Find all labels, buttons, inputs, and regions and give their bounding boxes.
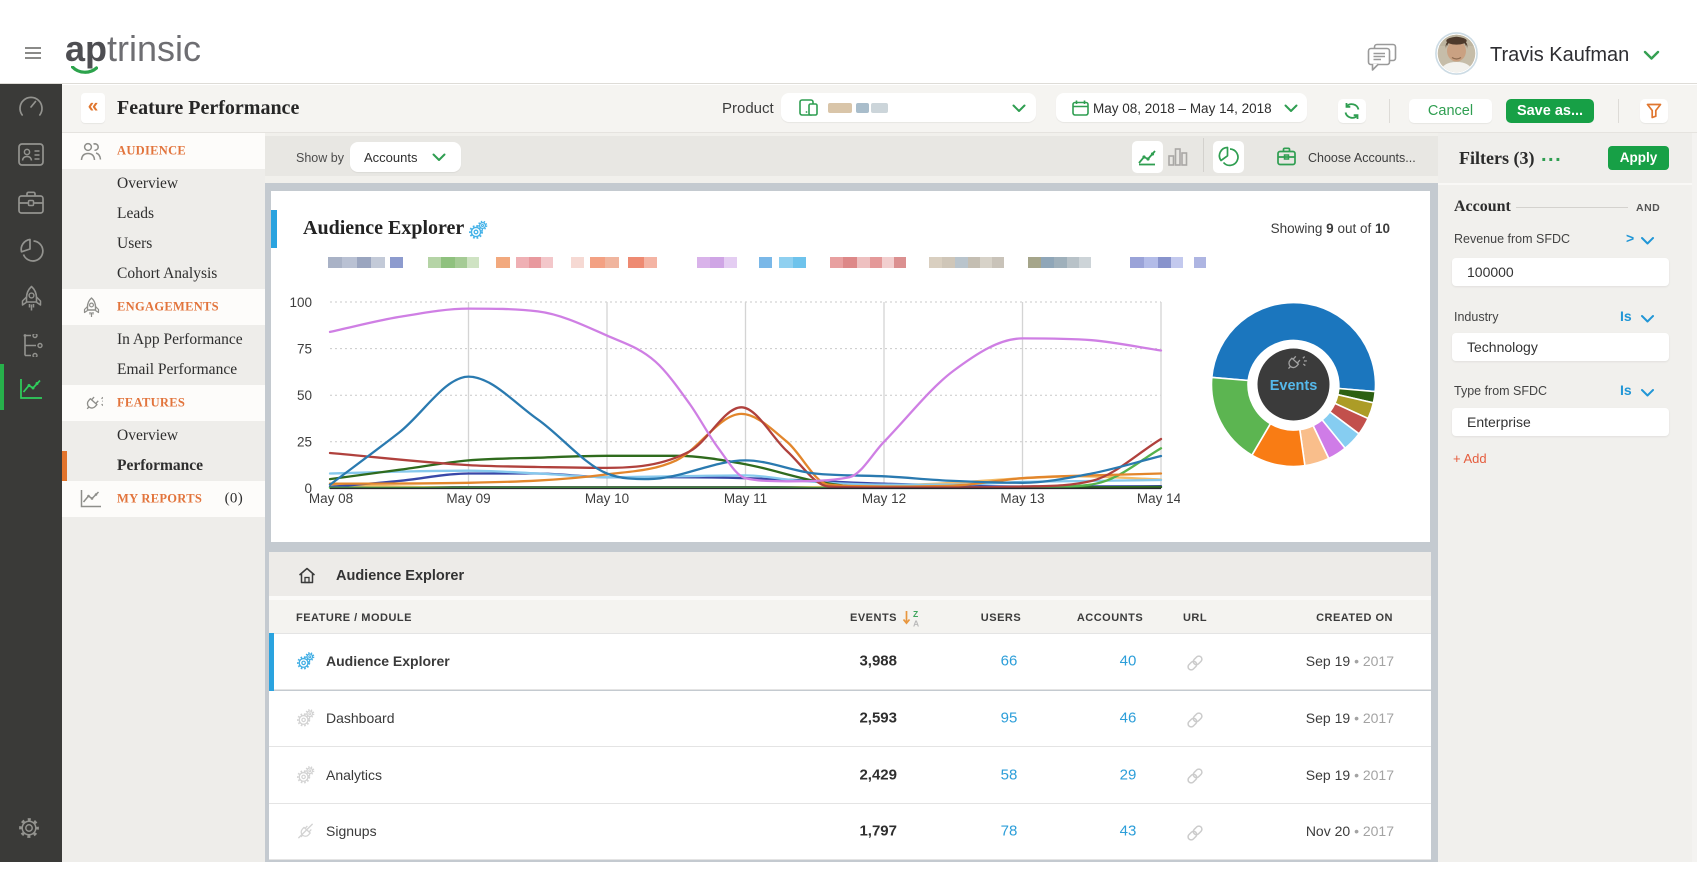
svg-text:100: 100 [289,295,312,310]
svg-text:May 14: May 14 [1137,491,1180,506]
svg-text:75: 75 [297,342,312,357]
svg-text:May 08: May 08 [309,491,353,506]
svg-text:A: A [913,619,919,628]
svg-text:May 12: May 12 [862,491,906,506]
svg-text:50: 50 [297,388,312,403]
svg-text:May 09: May 09 [446,491,490,506]
svg-text:May 13: May 13 [1000,491,1044,506]
svg-text:Events: Events [1270,378,1318,394]
svg-text:May 10: May 10 [585,491,629,506]
svg-text:May 11: May 11 [724,491,767,506]
svg-text:25: 25 [297,435,312,450]
